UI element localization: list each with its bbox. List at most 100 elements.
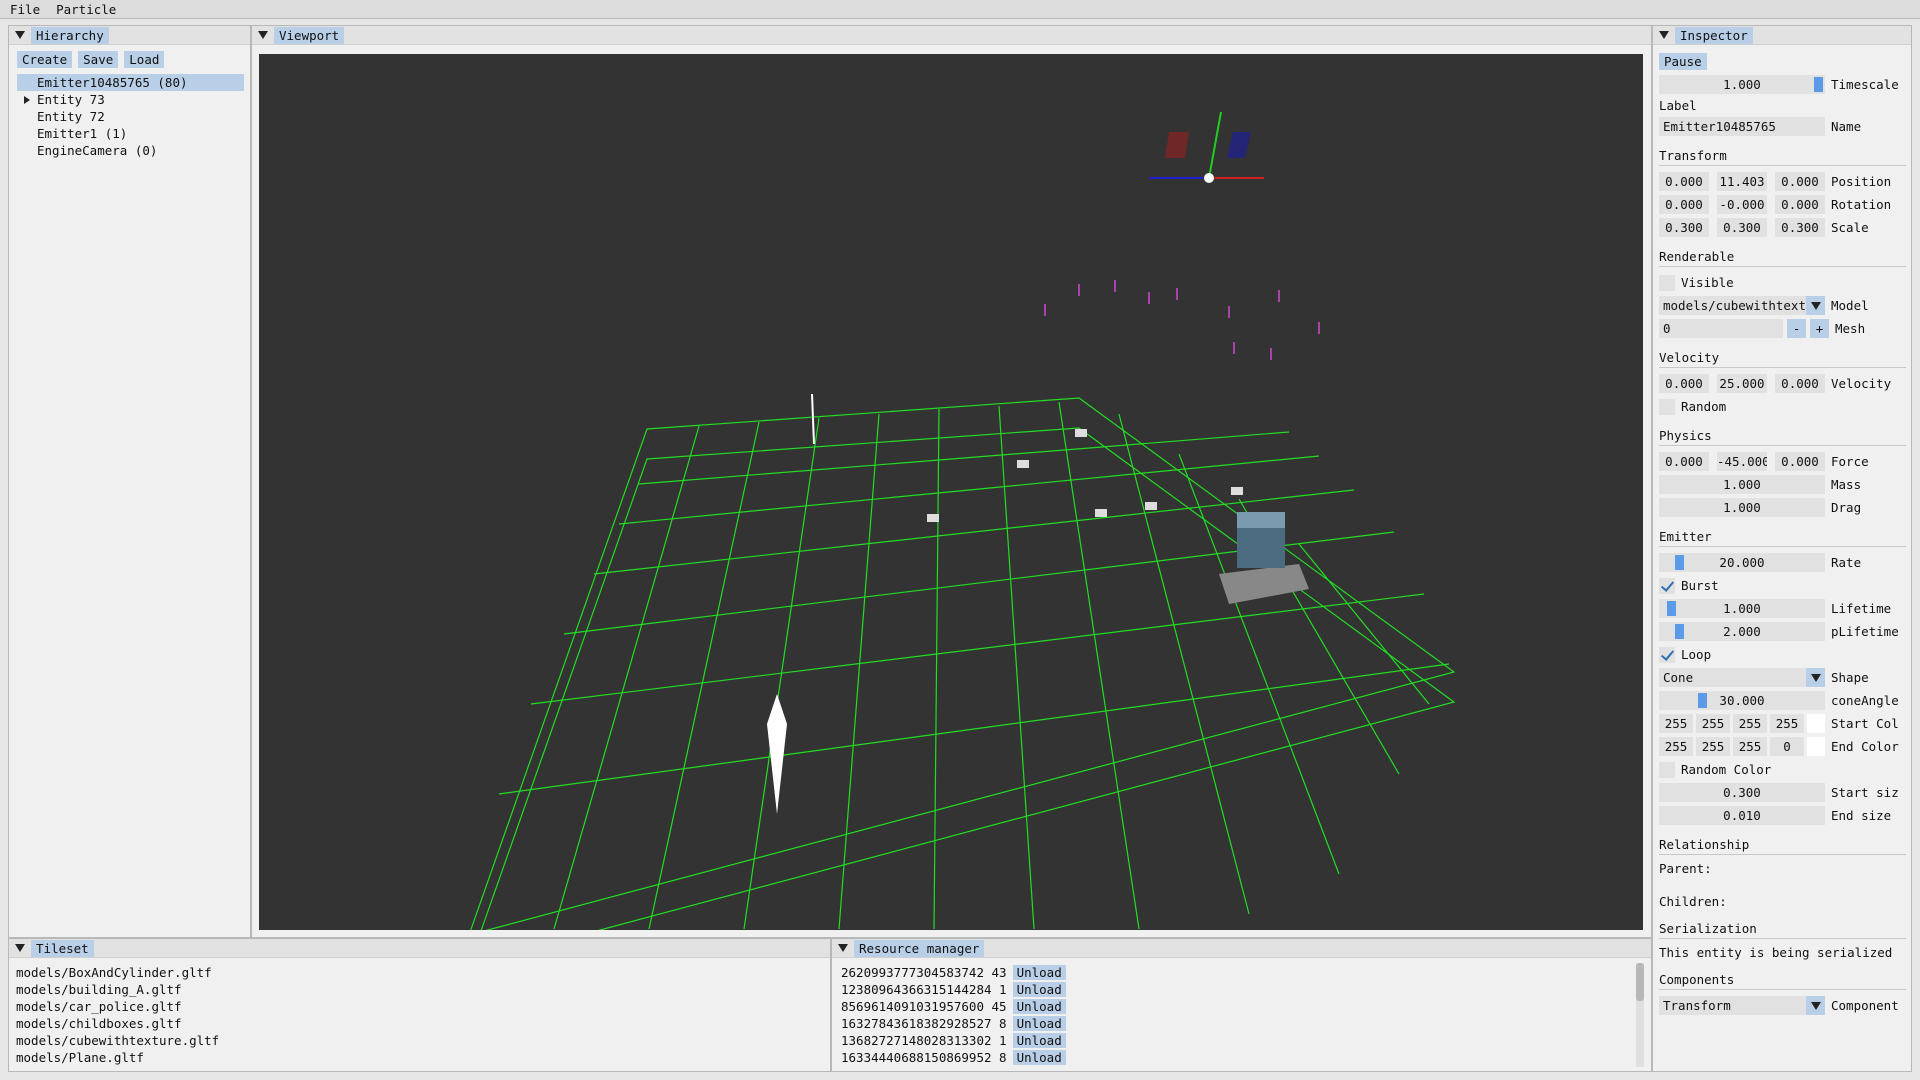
plifetime-value: 2.000 [1723,624,1761,639]
gizmo[interactable] [1149,111,1264,183]
viewport-panel: Viewport [251,25,1652,938]
end-color-b[interactable]: 255 [1733,737,1767,756]
tileset-item[interactable]: models/Plane.gltf [16,1049,830,1066]
hierarchy-item-entity-72[interactable]: Entity 72 [9,108,250,125]
slider-grab[interactable] [1667,601,1676,616]
unload-button[interactable]: Unload [1012,1050,1066,1065]
component-dropdown-icon[interactable] [1806,996,1825,1015]
menu-particle[interactable]: Particle [56,2,116,17]
random-color-checkbox[interactable] [1659,761,1675,778]
force-x[interactable]: 0.000 [1659,452,1709,471]
end-color-r[interactable]: 255 [1659,737,1693,756]
unload-button[interactable]: Unload [1012,999,1066,1014]
collapse-icon[interactable] [15,944,25,952]
slider-grab[interactable] [1698,693,1707,708]
tileset-item[interactable]: models/cubewithtexture.gltf [16,1032,830,1049]
resource-manager-title: Resource manager [854,939,985,957]
inspector-panel: Inspector Pause 1.000 Timescale Label Em… [1652,25,1912,1072]
resource-scrollbar[interactable] [1636,963,1644,1067]
unload-button[interactable]: Unload [1012,965,1066,980]
random-velocity-checkbox[interactable] [1659,398,1675,415]
load-button[interactable]: Load [124,51,165,68]
tileset-item[interactable]: models/building_A.gltf [16,981,830,998]
rotation-y[interactable]: -0.000 [1717,195,1767,214]
slider-grab[interactable] [1814,77,1823,92]
drag-input[interactable]: 1.000 [1659,498,1825,517]
start-color-label: Start Col [1831,716,1899,731]
position-x[interactable]: 0.000 [1659,172,1709,191]
scale-z[interactable]: 0.300 [1775,218,1825,237]
collapse-icon[interactable] [838,944,848,952]
model-dropdown-icon[interactable] [1806,296,1825,315]
mesh-decrement-button[interactable]: - [1787,319,1806,338]
tileset-item[interactable]: models/BoxAndCylinder.gltf [16,964,830,981]
expand-icon[interactable] [24,96,30,104]
scale-y[interactable]: 0.300 [1717,218,1767,237]
force-y[interactable]: -45.000 [1717,452,1767,471]
end-color-swatch[interactable] [1807,737,1825,756]
loop-checkbox[interactable] [1659,646,1675,663]
velocity-y[interactable]: 25.000 [1717,374,1767,393]
start-color-r[interactable]: 255 [1659,714,1693,733]
force-z[interactable]: 0.000 [1775,452,1825,471]
hierarchy-item-entity-73[interactable]: Entity 73 [9,91,250,108]
plifetime-slider[interactable]: 2.000 [1659,622,1825,641]
viewport-canvas[interactable] [259,54,1643,937]
hierarchy-item-emitter1[interactable]: Emitter1 (1) [9,125,250,142]
rate-slider[interactable]: 20.000 [1659,553,1825,572]
mass-label: Mass [1831,477,1862,492]
name-input[interactable]: Emitter10485765 [1659,117,1825,136]
resource-item: 13682727148028313302 1 Unload [841,1032,1651,1049]
shape-dropdown-icon[interactable] [1806,668,1825,687]
pause-button[interactable]: Pause [1659,53,1707,70]
burst-checkbox[interactable] [1659,577,1675,594]
velocity-z[interactable]: 0.000 [1775,374,1825,393]
visible-checkbox[interactable] [1659,274,1675,291]
end-color-a[interactable]: 0 [1770,737,1804,756]
mesh-increment-button[interactable]: + [1810,319,1829,338]
end-color-g[interactable]: 255 [1696,737,1730,756]
start-color-g[interactable]: 255 [1696,714,1730,733]
shape-select[interactable]: Cone [1659,668,1806,687]
unload-button[interactable]: Unload [1012,982,1066,997]
hierarchy-item-emitter10485765[interactable]: Emitter10485765 (80) [17,74,244,91]
inspector-title-bar: Inspector [1653,26,1911,45]
position-z[interactable]: 0.000 [1775,172,1825,191]
start-color-b[interactable]: 255 [1733,714,1767,733]
rotation-z[interactable]: 0.000 [1775,195,1825,214]
menu-file[interactable]: File [10,2,40,17]
start-size-input[interactable]: 0.300 [1659,783,1825,802]
model-select[interactable]: models/cubewithtextur [1659,296,1806,315]
shape-label: Shape [1831,670,1869,685]
timescale-slider[interactable]: 1.000 [1659,75,1825,94]
mass-input[interactable]: 1.000 [1659,475,1825,494]
scrollbar-thumb[interactable] [1636,963,1644,1001]
tileset-item[interactable]: models/childboxes.gltf [16,1015,830,1032]
position-y[interactable]: 11.403 [1717,172,1767,191]
collapse-icon[interactable] [258,31,268,39]
create-button[interactable]: Create [17,51,73,68]
lifetime-slider[interactable]: 1.000 [1659,599,1825,618]
start-color-swatch[interactable] [1807,714,1825,733]
start-color-a[interactable]: 255 [1770,714,1804,733]
unload-button[interactable]: Unload [1012,1033,1066,1048]
slider-grab[interactable] [1675,624,1684,639]
relationship-section-title: Relationship [1659,837,1906,855]
component-select[interactable]: Transform [1659,996,1806,1015]
hierarchy-item-enginecamera[interactable]: EngineCamera (0) [9,142,250,159]
end-size-input[interactable]: 0.010 [1659,806,1825,825]
inspector-title: Inspector [1675,26,1753,44]
save-button[interactable]: Save [78,51,119,68]
velocity-label: Velocity [1831,376,1892,391]
unload-button[interactable]: Unload [1012,1016,1066,1031]
scale-x[interactable]: 0.300 [1659,218,1709,237]
mesh-input[interactable]: 0 [1659,319,1783,338]
collapse-icon[interactable] [1659,31,1669,39]
rotation-x[interactable]: 0.000 [1659,195,1709,214]
collapse-icon[interactable] [15,31,25,39]
cone-angle-slider[interactable]: 30.000 [1659,691,1825,710]
resource-item: 2620993777304583742 43 Unload [841,964,1651,981]
velocity-x[interactable]: 0.000 [1659,374,1709,393]
tileset-item[interactable]: models/car_police.gltf [16,998,830,1015]
slider-grab[interactable] [1675,555,1684,570]
